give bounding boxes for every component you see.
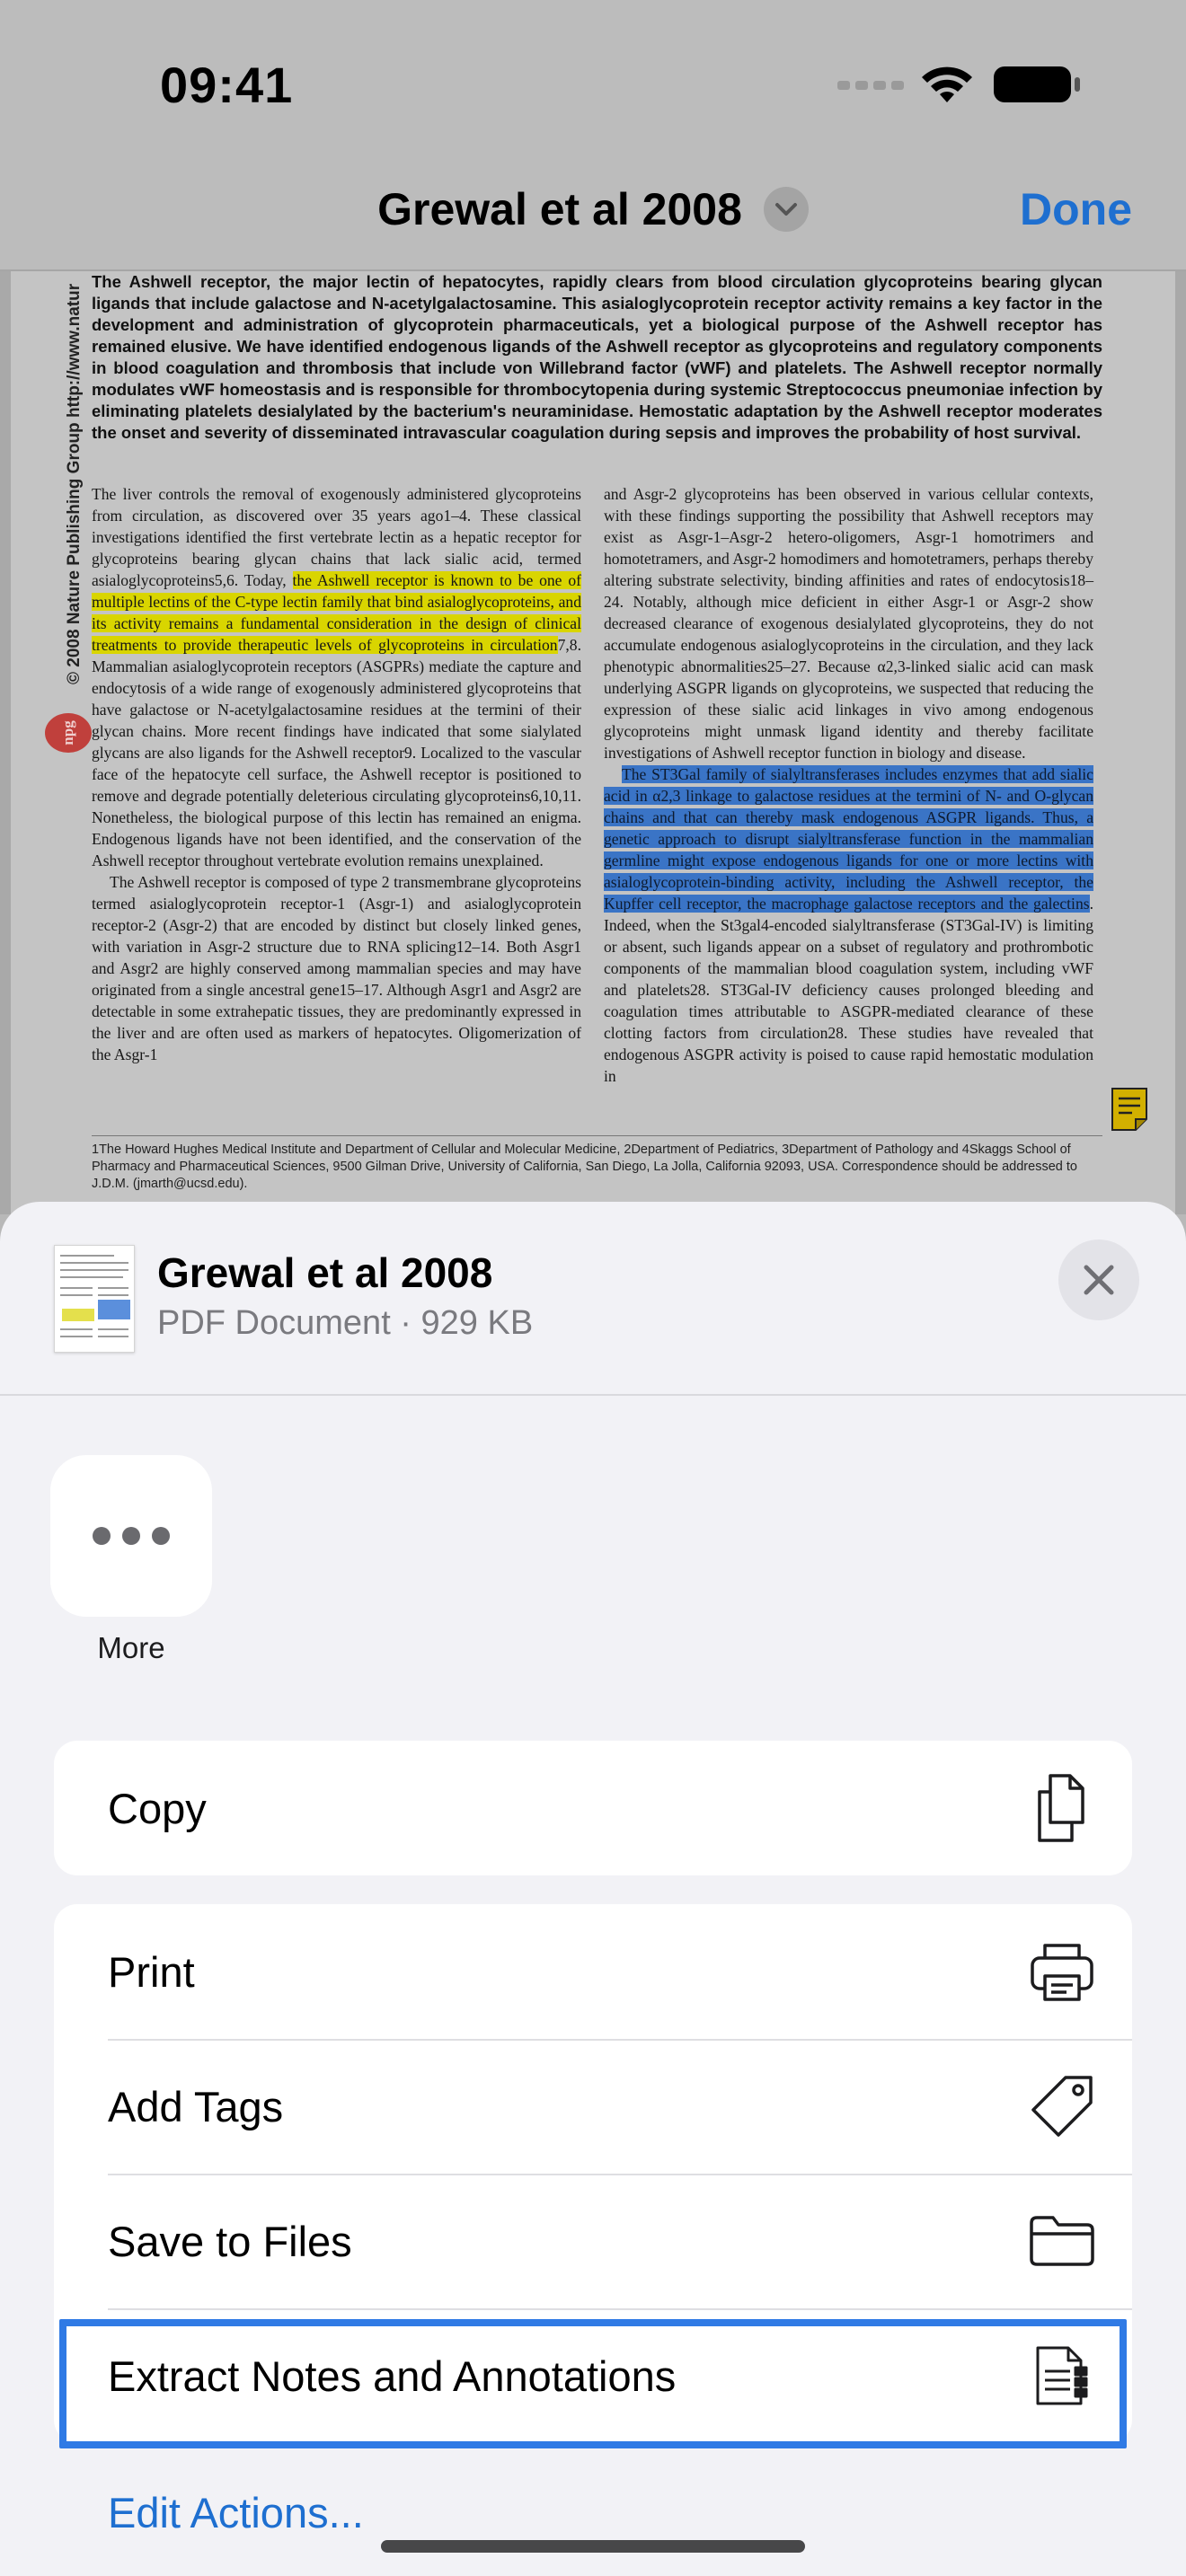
wifi-icon — [922, 66, 972, 102]
document-title: Grewal et al 2008 — [377, 184, 742, 234]
share-sheet: Grewal et al 2008 PDF Document · 929 KB … — [0, 1202, 1186, 2576]
action-label: Copy — [108, 1784, 207, 1832]
add-tags-action[interactable]: Add Tags — [54, 2039, 1132, 2174]
status-bar: 09:41 — [0, 0, 1186, 171]
left-column: The liver controls the removal of exogen… — [92, 483, 581, 1065]
done-button[interactable]: Done — [1020, 183, 1132, 235]
file-meta: PDF Document · 929 KB — [157, 1304, 534, 1342]
extract-notes-action[interactable]: Extract Notes and Annotations — [54, 2308, 1132, 2443]
sticky-note-icon[interactable] — [1111, 1087, 1148, 1132]
battery-icon — [994, 66, 1080, 102]
share-sheet-header: Grewal et al 2008 PDF Document · 929 KB — [0, 1202, 1186, 1396]
ellipsis-icon — [93, 1527, 170, 1545]
action-group-copy: Copy — [54, 1741, 1132, 1875]
save-to-files-action[interactable]: Save to Files — [54, 2174, 1132, 2308]
document-list-icon — [1028, 2342, 1096, 2410]
folder-icon — [1028, 2207, 1096, 2275]
action-label: Print — [108, 1947, 195, 1996]
blue-highlight[interactable]: The ST3Gal family of sialyltransferases … — [604, 765, 1093, 913]
copy-icon — [1028, 1774, 1096, 1842]
more-label: More — [97, 1631, 165, 1664]
left-paragraph-2: The Ashwell receptor is composed of type… — [92, 873, 581, 1063]
more-apps-button[interactable] — [50, 1455, 212, 1617]
file-name: Grewal et al 2008 — [157, 1249, 493, 1296]
tag-icon — [1028, 2072, 1096, 2140]
home-indicator[interactable] — [381, 2540, 805, 2553]
right-paragraph-2: The ST3Gal family of sialyltransferases … — [604, 765, 1093, 1085]
status-time: 09:41 — [160, 57, 294, 113]
npg-logo: npg — [45, 713, 92, 753]
left-paragraph-1: The liver controls the removal of exogen… — [92, 485, 581, 869]
publisher-sidebar-text: © 2008 Nature Publishing Group http://ww… — [65, 283, 84, 684]
document-title-menu[interactable]: Grewal et al 2008 — [0, 183, 1186, 235]
navigation-bar: Grewal et al 2008 Done — [0, 171, 1186, 271]
action-label: Extract Notes and Annotations — [108, 2351, 677, 2400]
printer-icon — [1028, 1937, 1096, 2006]
right-column: and Asgr-2 glycoproteins has been observ… — [604, 483, 1093, 1087]
close-button[interactable] — [1058, 1239, 1139, 1320]
close-icon — [1084, 1265, 1114, 1295]
action-label: Add Tags — [108, 2082, 284, 2130]
pdf-page[interactable]: © 2008 Nature Publishing Group http://ww… — [11, 271, 1175, 1214]
dots-icon — [837, 81, 904, 90]
document-viewer[interactable]: © 2008 Nature Publishing Group http://ww… — [0, 271, 1186, 1214]
action-label: Save to Files — [108, 2217, 352, 2265]
document-thumbnail — [54, 1245, 135, 1353]
status-icons — [837, 66, 1080, 102]
right-paragraph-1: and Asgr-2 glycoproteins has been observ… — [604, 485, 1093, 762]
chevron-down-icon[interactable] — [763, 187, 809, 232]
abstract-text: The Ashwell receptor, the major lectin o… — [92, 272, 1102, 442]
copy-action[interactable]: Copy — [54, 1741, 1132, 1875]
affiliations-footnote: 1The Howard Hughes Medical Institute and… — [92, 1135, 1102, 1193]
print-action[interactable]: Print — [54, 1904, 1132, 2039]
action-group-file: Print Add Tags Save to Files Extract Not… — [54, 1904, 1132, 2443]
edit-actions-link[interactable]: Edit Actions... — [108, 2488, 364, 2537]
